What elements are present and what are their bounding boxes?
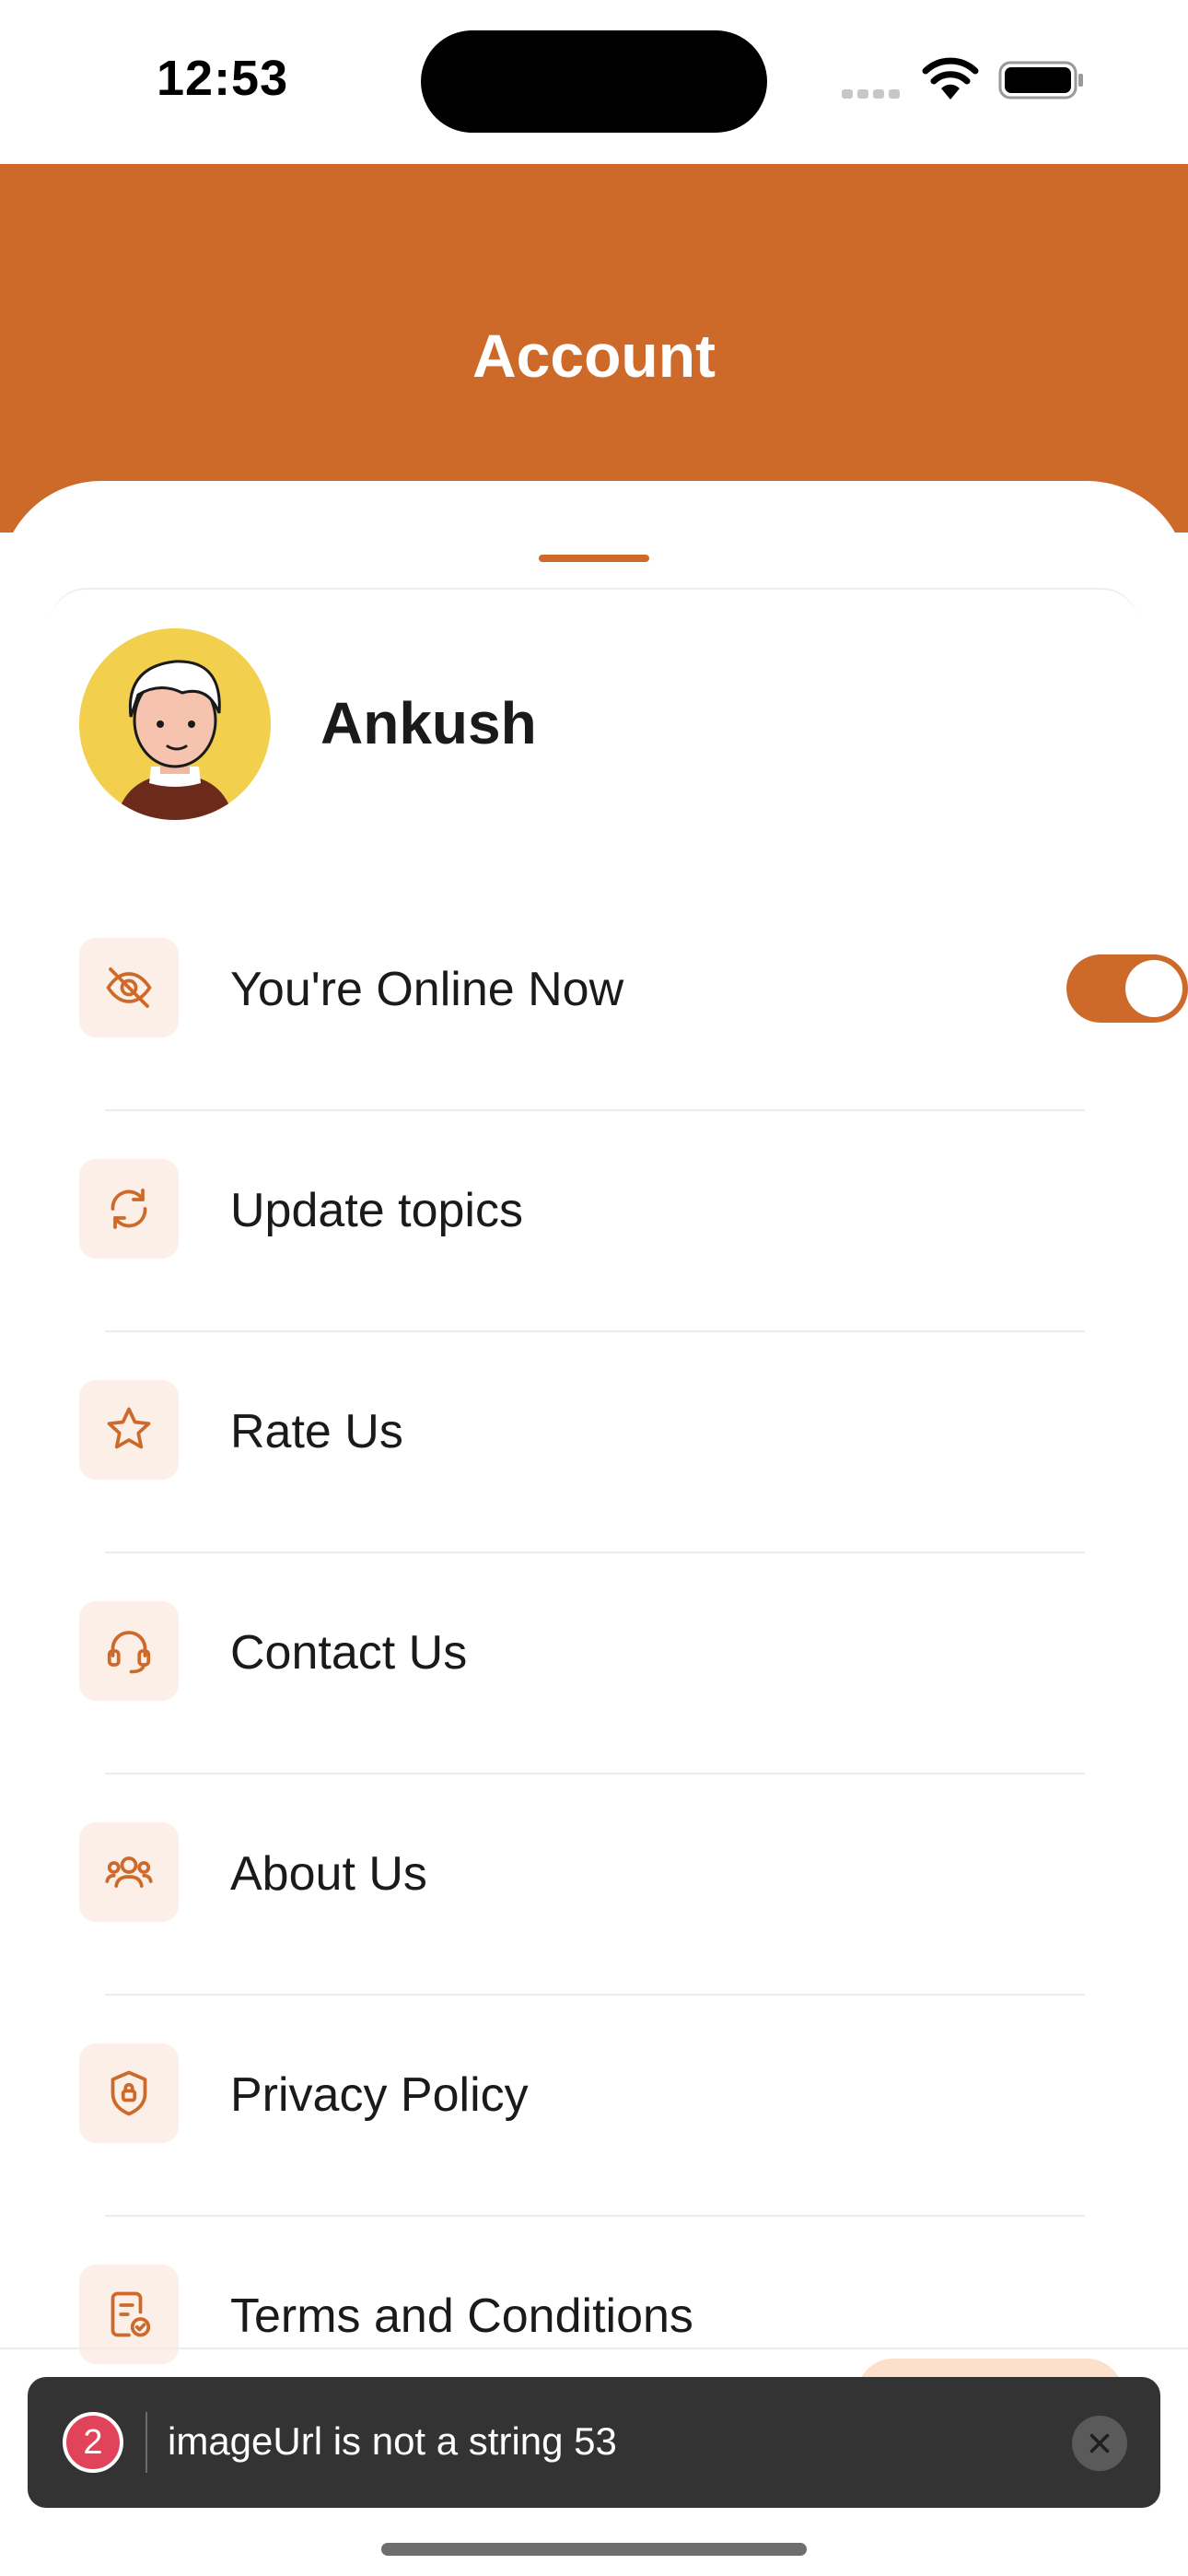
cellular-signal-icon	[842, 87, 906, 99]
divider	[105, 1109, 1085, 1111]
menu-item-label: About Us	[230, 1847, 427, 1901]
battery-icon	[998, 61, 1083, 100]
toast-separator	[146, 2412, 147, 2473]
avatar-illustration	[116, 660, 234, 820]
users-icon	[79, 1822, 179, 1922]
divider	[105, 1330, 1085, 1332]
menu-item-update-topics[interactable]: Update topics	[79, 1159, 1111, 1260]
account-sheet: Ankush You're Online Now Update topics R…	[0, 481, 1188, 2576]
divider	[105, 1994, 1085, 1996]
shield-lock-icon	[79, 2043, 179, 2143]
avatar[interactable]	[79, 628, 271, 820]
status-bar: 12:53	[0, 0, 1188, 164]
eye-off-icon	[79, 938, 179, 1037]
menu-item-about-us[interactable]: About Us	[79, 1822, 1111, 1924]
menu-item-online-status[interactable]: You're Online Now	[79, 938, 1188, 1039]
menu-item-rate-us[interactable]: Rate Us	[79, 1380, 1111, 1481]
star-icon	[79, 1380, 179, 1480]
menu-item-label: Rate Us	[230, 1405, 403, 1458]
tab-bar-edge	[0, 2348, 1188, 2349]
menu-item-label: Privacy Policy	[230, 2068, 529, 2122]
error-count-badge: 2	[63, 2412, 123, 2473]
header: Account	[0, 164, 1188, 533]
wifi-icon	[922, 57, 979, 100]
toast-message: imageUrl is not a string 53	[168, 2419, 617, 2463]
divider	[105, 1773, 1085, 1774]
toggle-knob	[1125, 960, 1182, 1017]
divider	[105, 2215, 1085, 2217]
menu-item-label: Contact Us	[230, 1626, 468, 1680]
refresh-icon	[79, 1159, 179, 1259]
menu-item-privacy-policy[interactable]: Privacy Policy	[79, 2043, 1111, 2145]
menu-item-label: You're Online Now	[230, 963, 624, 1016]
close-icon[interactable]	[1072, 2416, 1127, 2471]
online-toggle[interactable]	[1066, 954, 1188, 1023]
headset-icon	[79, 1601, 179, 1701]
divider	[105, 1551, 1085, 1553]
menu-item-label: Update topics	[230, 1184, 523, 1237]
home-indicator[interactable]	[381, 2543, 807, 2556]
status-time: 12:53	[157, 51, 289, 106]
error-toast[interactable]: 2 imageUrl is not a string 53	[28, 2377, 1160, 2508]
user-name: Ankush	[320, 690, 537, 756]
page-title: Account	[472, 322, 716, 390]
menu-item-label: Terms and Conditions	[230, 2289, 693, 2343]
menu-item-terms[interactable]: Terms and Conditions	[79, 2265, 1111, 2366]
dynamic-island	[421, 30, 767, 133]
drag-handle[interactable]	[539, 555, 649, 562]
menu-item-contact-us[interactable]: Contact Us	[79, 1601, 1111, 1703]
